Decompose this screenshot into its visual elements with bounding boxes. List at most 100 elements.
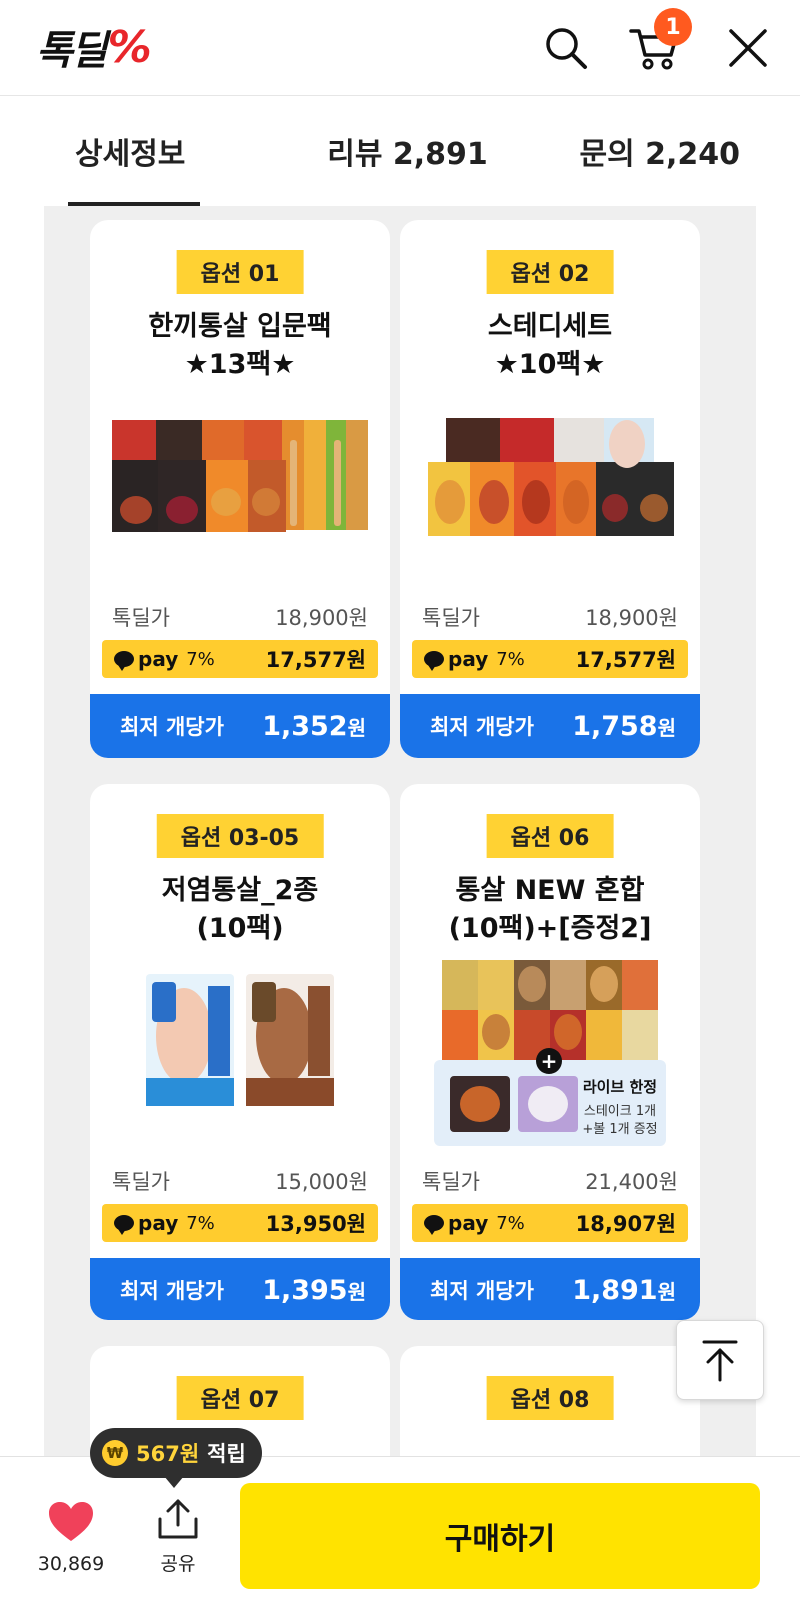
logo-percent-mark: % — [107, 21, 152, 73]
speech-bubble-icon — [424, 651, 444, 671]
base-price-row: 톡딜가 18,900원 — [112, 602, 368, 632]
unit-price-row: 최저 개당가 1,352원 — [90, 694, 390, 758]
base-price-value: 15,000원 — [275, 1170, 368, 1194]
reward-suffix: 적립 — [207, 1442, 246, 1466]
option-card-08[interactable]: 옵션 08 — [400, 1346, 700, 1456]
pay-label: pay — [138, 1211, 179, 1235]
option-title: 한끼통살 입문팩 ★13팩★ — [90, 308, 390, 384]
option-card-01[interactable]: 옵션 01 한끼통살 입문팩 ★13팩★ 톡딜가 18,900원 pay 7% … — [90, 220, 390, 758]
product-image-pack-assortment — [112, 420, 368, 532]
unit-price-number: 1,352 — [262, 710, 348, 742]
cart-count-badge: 1 — [654, 8, 692, 46]
base-price-value: 21,400원 — [585, 1170, 678, 1194]
share-button[interactable]: 공유 — [150, 1497, 206, 1576]
app-header: 톡딜 % 1 — [0, 0, 800, 96]
option-title-line1: 저염통살_2종 — [161, 875, 319, 906]
option-title: 스테디세트 ★10팩★ — [400, 308, 700, 384]
unit-price-label: 최저 개당가 — [430, 715, 534, 739]
pay-price-row: pay 7% 13,950원 — [102, 1204, 378, 1242]
buy-button[interactable]: 구매하기 — [240, 1483, 760, 1589]
speech-bubble-icon — [114, 1215, 134, 1235]
unit-price-suffix: 원 — [657, 1279, 676, 1304]
pay-price-value: 17,577원 — [575, 648, 676, 672]
share-icon — [158, 1499, 198, 1539]
logo-text: 톡딜 — [36, 28, 108, 74]
reward-amount: 567원 — [136, 1442, 200, 1466]
pay-price-value: 13,950원 — [265, 1212, 366, 1236]
promo-text: 라이브 한정 스테이크 1개 +볼 1개 증정 — [578, 1076, 662, 1139]
unit-price-row: 최저 개당가 1,891원 — [400, 1258, 700, 1320]
unit-price-value: 1,352원 — [262, 711, 366, 742]
unit-price-row: 최저 개당가 1,758원 — [400, 694, 700, 758]
option-tag: 옵션 03-05 — [156, 814, 324, 858]
option-card-03-05[interactable]: 옵션 03-05 저염통살_2종 (10팩) 톡딜가 15,000원 pay 7… — [90, 784, 390, 1320]
plus-icon: + — [536, 1048, 562, 1074]
like-button[interactable]: 30,869 — [36, 1501, 106, 1575]
arrow-up-icon — [702, 1340, 738, 1382]
base-price-row: 톡딜가 21,400원 — [422, 1166, 678, 1196]
unit-price-label: 최저 개당가 — [430, 1279, 534, 1303]
pay-discount-percent: 7% — [186, 1212, 215, 1234]
pay-price-value: 18,907원 — [575, 1212, 676, 1236]
close-icon[interactable] — [722, 22, 774, 74]
base-price-value: 18,900원 — [585, 606, 678, 630]
pay-discount-percent: 7% — [496, 1212, 525, 1234]
option-title-line1: 한끼통살 입문팩 — [148, 311, 332, 342]
pay-label: pay — [448, 647, 489, 671]
talkdeal-logo[interactable]: 톡딜 % — [36, 21, 152, 75]
option-title-line2: (10팩)+[증정2] — [448, 913, 652, 944]
unit-price-label: 최저 개당가 — [120, 715, 224, 739]
pay-price-row: pay 7% 18,907원 — [412, 1204, 688, 1242]
unit-price-value: 1,395원 — [262, 1275, 366, 1306]
unit-price-suffix: 원 — [657, 715, 676, 740]
tab-reviews[interactable]: 리뷰 2,891 — [297, 96, 519, 206]
promo-line2: +볼 1개 증정 — [582, 1122, 658, 1137]
product-options-grid: 옵션 01 한끼통살 입문팩 ★13팩★ 톡딜가 18,900원 pay 7% … — [44, 206, 756, 1456]
won-coin-icon: ₩ — [102, 1440, 128, 1466]
base-price-label: 톡딜가 — [422, 606, 480, 630]
cart-icon[interactable]: 1 — [628, 8, 692, 74]
live-promo-box: + 라이브 한정 스테이크 1개 +볼 1개 증정 — [434, 1048, 666, 1146]
promo-gift-images — [450, 1076, 578, 1132]
tab-details[interactable]: 상세정보 — [0, 96, 297, 206]
option-tag: 옵션 06 — [486, 814, 614, 858]
base-price-row: 톡딜가 15,000원 — [112, 1166, 368, 1196]
speech-bubble-icon — [424, 1215, 444, 1235]
product-image-new-mix — [442, 960, 658, 1060]
detail-tabs: 상세정보 리뷰 2,891 문의 2,240 — [0, 96, 800, 206]
option-title-line1: 통살 NEW 혼합 — [455, 875, 645, 906]
speech-bubble-icon — [114, 651, 134, 671]
tab-inquiries[interactable]: 문의 2,240 — [518, 96, 800, 206]
unit-price-number: 1,395 — [262, 1274, 348, 1306]
unit-price-value: 1,891원 — [572, 1275, 676, 1306]
unit-price-suffix: 원 — [347, 715, 366, 740]
promo-title: 라이브 한정 — [582, 1078, 658, 1096]
option-card-02[interactable]: 옵션 02 스테디세트 ★10팩★ 톡딜가 18,900원 pay 7% 17,… — [400, 220, 700, 758]
unit-price-value: 1,758원 — [572, 711, 676, 742]
base-price-label: 톡딜가 — [112, 1170, 170, 1194]
option-card-06[interactable]: 옵션 06 통살 NEW 혼합 (10팩)+[증정2] + 라이브 한정 스테이… — [400, 784, 700, 1320]
pay-price-value: 17,577원 — [265, 648, 366, 672]
search-icon[interactable] — [540, 22, 592, 74]
option-title: 통살 NEW 혼합 (10팩)+[증정2] — [400, 872, 700, 948]
pay-discount-percent: 7% — [186, 648, 215, 670]
option-title-line1: 스테디세트 — [487, 311, 613, 342]
unit-price-number: 1,758 — [572, 710, 658, 742]
promo-line1: 스테이크 1개 — [583, 1104, 657, 1119]
scroll-top-button[interactable] — [676, 1320, 764, 1400]
pay-label: pay — [138, 647, 179, 671]
pay-discount-percent: 7% — [496, 648, 525, 670]
bottom-action-bar: 30,869 공유 구매하기 — [0, 1456, 800, 1612]
product-image-steady-set — [428, 418, 674, 536]
unit-price-suffix: 원 — [347, 1279, 366, 1304]
unit-price-row: 최저 개당가 1,395원 — [90, 1258, 390, 1320]
like-count: 30,869 — [37, 1553, 105, 1575]
pay-label: pay — [448, 1211, 489, 1235]
share-label: 공유 — [160, 1553, 196, 1575]
pay-price-row: pay 7% 17,577원 — [412, 640, 688, 678]
option-tag: 옵션 01 — [176, 250, 304, 294]
option-title: 저염통살_2종 (10팩) — [90, 872, 390, 948]
product-image-low-sodium — [146, 974, 334, 1106]
option-tag: 옵션 08 — [486, 1376, 614, 1420]
option-title-line2: ★13팩★ — [184, 349, 296, 380]
